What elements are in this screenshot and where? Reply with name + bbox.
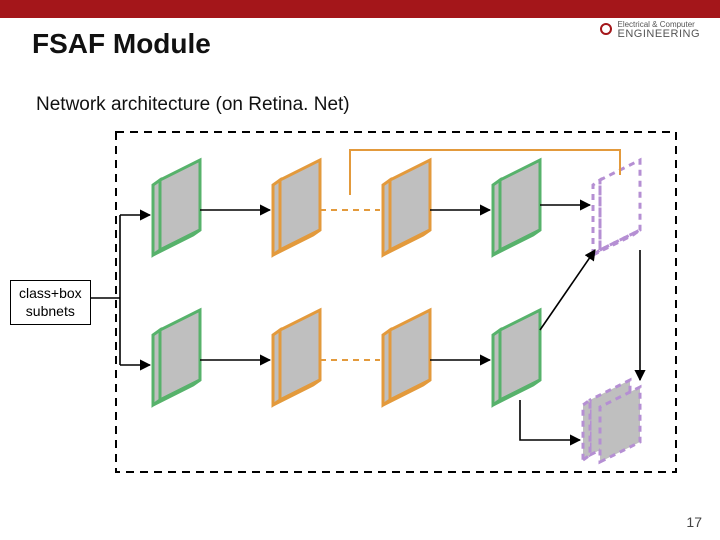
bottom-input-block: [153, 310, 200, 405]
top-conv-block-1: [273, 160, 320, 255]
top-output-block: [493, 160, 540, 255]
architecture-diagram: [0, 0, 720, 540]
bottom-purple-head-cluster: [583, 380, 640, 462]
top-input-block: [153, 160, 200, 255]
subnet-label-line1: class+box: [19, 285, 82, 301]
bottom-conv-block-1: [273, 310, 320, 405]
bottom-conv-block-2: [383, 310, 430, 405]
top-purple-head: [593, 160, 640, 255]
subnet-label-line2: subnets: [26, 303, 75, 319]
arrow-to-bottom-purple: [520, 400, 580, 440]
subnet-label: class+box subnets: [10, 280, 91, 325]
top-conv-block-2: [383, 160, 430, 255]
bottom-output-block: [493, 310, 540, 405]
